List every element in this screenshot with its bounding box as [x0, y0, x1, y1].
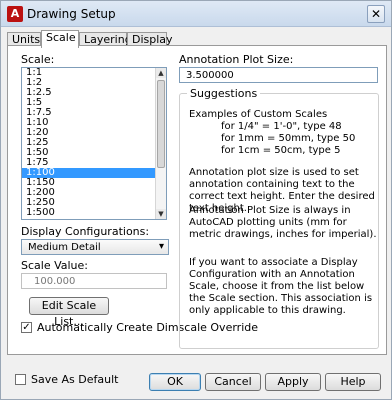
- checkmark-icon: ✓: [22, 322, 31, 333]
- window-title: Drawing Setup: [27, 7, 116, 21]
- save-as-default-label: Save As Default: [31, 373, 119, 386]
- scroll-up-arrow-icon[interactable]: ▲: [156, 68, 166, 78]
- scale-value-label: Scale Value:: [21, 259, 89, 272]
- title-bar[interactable]: A Drawing Setup ✕: [1, 1, 391, 27]
- scale-listbox[interactable]: 1:1 1:2 1:2.5 1:5 1:7.5 1:10 1:20 1:25 1:50 1:75 1…: [21, 67, 167, 220]
- scale-list-item[interactable]: 1:500: [22, 208, 166, 218]
- close-button[interactable]: ✕: [367, 5, 385, 23]
- suggestion-paragraph-2: Annotation Plot Size is always in AutoCA…: [189, 205, 377, 240]
- example-line: for 1mm = 50mm, type 50: [221, 133, 356, 144]
- save-as-default-checkbox[interactable]: [15, 374, 26, 385]
- display-config-label: Display Configurations:: [21, 225, 150, 238]
- scale-scrollbar[interactable]: ▲ ▼: [155, 68, 166, 219]
- scale-value-text: 100.000: [34, 276, 76, 287]
- chevron-down-icon: ▾: [158, 241, 164, 252]
- examples-heading: Examples of Custom Scales: [189, 109, 328, 120]
- edit-scale-list-button[interactable]: Edit Scale List...: [29, 297, 109, 328]
- example-line: for 1/4" = 1'-0", type 48: [221, 121, 342, 132]
- scale-label: Scale:: [21, 53, 55, 66]
- suggestion-paragraph-3: If you want to associate a Display Confi…: [189, 257, 373, 316]
- ok-button[interactable]: OK: [149, 373, 201, 391]
- drawing-setup-dialog: A Drawing Setup ✕ Units Scale Layering D…: [0, 0, 392, 400]
- display-config-value: Medium Detail: [28, 242, 101, 253]
- autocad-a-icon: A: [7, 6, 23, 22]
- annotation-plot-size-input[interactable]: 3.500000: [179, 67, 378, 83]
- scale-list-item[interactable]: 1:1: [22, 68, 166, 78]
- auto-dimscale-checkbox[interactable]: ✓: [21, 322, 32, 333]
- scale-list-items: 1:1 1:2 1:2.5 1:5 1:7.5 1:10 1:20 1:25 1:50 1:75 1…: [22, 68, 166, 218]
- annotation-plot-size-label: Annotation Plot Size:: [179, 53, 294, 66]
- help-button[interactable]: Help: [325, 373, 381, 391]
- display-config-dropdown[interactable]: Medium Detail ▾: [21, 239, 169, 255]
- scale-list-item[interactable]: 1:2.5: [22, 88, 166, 98]
- scroll-thumb[interactable]: [157, 80, 165, 168]
- scroll-down-arrow-icon[interactable]: ▼: [156, 209, 166, 219]
- annotation-plot-size-value: 3.500000: [186, 70, 234, 81]
- cancel-button[interactable]: Cancel: [205, 373, 261, 391]
- suggestions-title: Suggestions: [187, 87, 261, 100]
- tab-scale[interactable]: Scale: [41, 30, 79, 48]
- scale-value-field: 100.000: [21, 273, 167, 289]
- apply-button[interactable]: Apply: [265, 373, 321, 391]
- example-line: for 1cm = 50cm, type 5: [221, 145, 341, 156]
